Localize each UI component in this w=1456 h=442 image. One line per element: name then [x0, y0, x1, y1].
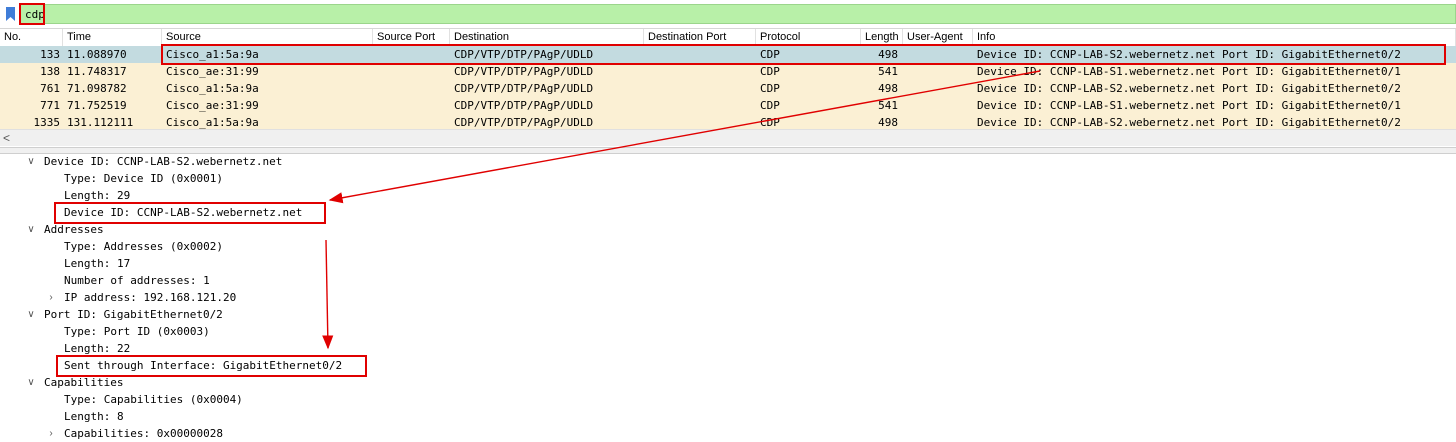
- horizontal-scrollbar[interactable]: <: [0, 129, 1456, 146]
- tree-field[interactable]: Device ID: CCNP-LAB-S2.webernetz.net: [64, 204, 302, 221]
- col-user-agent-cell: [903, 63, 973, 80]
- col-info-cell: Device ID: CCNP-LAB-S2.webernetz.net Por…: [977, 48, 1401, 61]
- col-no-cell: 761: [40, 82, 60, 95]
- col-destination-header[interactable]: Destination: [450, 29, 644, 46]
- col-source-cell: Cisco_ae:31:99: [166, 99, 259, 112]
- col-time-cell: 11.088970: [67, 48, 127, 61]
- col-source-port-header[interactable]: Source Port: [373, 29, 450, 46]
- display-filter-toolbar: cdp: [0, 3, 1456, 25]
- chevron-down-icon[interactable]: ∨: [26, 374, 36, 391]
- col-protocol-cell: CDP: [760, 82, 780, 95]
- col-user-agent-cell: [903, 46, 973, 63]
- col-destination-port-cell: [644, 63, 756, 80]
- tree-field[interactable]: Length: 22: [64, 340, 130, 357]
- tree-section[interactable]: Capabilities: [44, 374, 123, 391]
- tree-field[interactable]: Type: Device ID (0x0001): [64, 170, 223, 187]
- col-source-cell: Cisco_a1:5a:9a: [166, 48, 259, 61]
- col-no-cell: 771: [40, 99, 60, 112]
- packet-row[interactable]: 771 71.752519 Cisco_ae:31:99 CDP/VTP/DTP/PA…: [0, 97, 1456, 114]
- tree-field[interactable]: Type: Port ID (0x0003): [64, 323, 210, 340]
- col-destination-cell: CDP/VTP/DTP/PAgP/UDLD: [454, 48, 594, 61]
- col-source-port-cell: [373, 63, 450, 80]
- col-protocol-cell: CDP: [760, 65, 780, 78]
- col-destination-cell: CDP/VTP/DTP/PAgP/UDLD: [454, 99, 594, 112]
- chevron-right-icon[interactable]: ›: [46, 425, 56, 442]
- scroll-left-icon[interactable]: <: [3, 130, 10, 146]
- col-destination-cell: CDP/VTP/DTP/PAgP/UDLD: [454, 82, 594, 95]
- col-source-header[interactable]: Source: [162, 29, 373, 46]
- col-user-agent-cell: [903, 97, 973, 114]
- chevron-down-icon[interactable]: ∨: [26, 221, 36, 238]
- chevron-down-icon[interactable]: ∨: [26, 153, 36, 170]
- tree-field[interactable]: Number of addresses: 1: [64, 272, 210, 289]
- tree-field[interactable]: Length: 29: [64, 187, 130, 204]
- col-time-header[interactable]: Time: [63, 29, 162, 46]
- tree-section[interactable]: Addresses: [44, 221, 104, 238]
- packet-row[interactable]: 138 11.748317 Cisco_ae:31:99 CDP/VTP/DTP/PA…: [0, 63, 1456, 80]
- chevron-right-icon[interactable]: ›: [46, 289, 56, 306]
- tree-field[interactable]: Type: Addresses (0x0002): [64, 238, 223, 255]
- col-length-cell: 541: [878, 65, 898, 78]
- col-info-header[interactable]: Info: [973, 29, 1456, 46]
- col-destination-cell: CDP/VTP/DTP/PAgP/UDLD: [454, 65, 594, 78]
- tree-field[interactable]: Capabilities: 0x00000028: [64, 425, 223, 442]
- col-no-cell: 138: [40, 65, 60, 78]
- col-source-cell: Cisco_ae:31:99: [166, 65, 259, 78]
- col-destination-port-cell: [644, 97, 756, 114]
- col-no-header[interactable]: No.: [0, 29, 63, 46]
- col-source-port-cell: [373, 46, 450, 63]
- col-user-agent-cell: [903, 80, 973, 97]
- col-protocol-header[interactable]: Protocol: [756, 29, 861, 46]
- bookmark-icon[interactable]: [5, 7, 16, 21]
- col-length-cell: 498: [878, 48, 898, 61]
- tree-field[interactable]: IP address: 192.168.121.20: [64, 289, 236, 306]
- col-info-cell: Device ID: CCNP-LAB-S1.webernetz.net Por…: [977, 65, 1401, 78]
- packet-list-header: No. Time Source Source Port Destination Desti…: [0, 29, 1456, 47]
- col-length-header[interactable]: Length: [861, 29, 903, 46]
- packet-list: No. Time Source Source Port Destination Desti…: [0, 28, 1456, 147]
- col-user-agent-header[interactable]: User-Agent: [903, 29, 973, 46]
- col-no-cell: 133: [40, 48, 60, 61]
- packet-row[interactable]: 761 71.098782 Cisco_a1:5a:9a CDP/VTP/DTP/PA…: [0, 80, 1456, 97]
- col-destination-port-cell: [644, 80, 756, 97]
- col-destination-port-cell: [644, 46, 756, 63]
- packet-row[interactable]: 133 11.088970 Cisco_a1:5a:9a CDP/VTP/DTP/PA…: [0, 46, 1456, 63]
- col-time-cell: 71.752519: [67, 99, 127, 112]
- col-source-port-cell: [373, 97, 450, 114]
- col-info-cell: Device ID: CCNP-LAB-S1.webernetz.net Por…: [977, 99, 1401, 112]
- tree-section[interactable]: Port ID: GigabitEthernet0/2: [44, 306, 223, 323]
- tree-section[interactable]: Device ID: CCNP-LAB-S2.webernetz.net: [44, 153, 282, 170]
- col-source-cell: Cisco_a1:5a:9a: [166, 82, 259, 95]
- col-info-cell: Device ID: CCNP-LAB-S2.webernetz.net Por…: [977, 82, 1401, 95]
- packet-details-tree: ∨ Device ID: CCNP-LAB-S2.webernetz.net Typ…: [0, 153, 1456, 442]
- tree-field[interactable]: Length: 17: [64, 255, 130, 272]
- col-time-cell: 71.098782: [67, 82, 127, 95]
- col-destination-port-header[interactable]: Destination Port: [644, 29, 756, 46]
- col-protocol-cell: CDP: [760, 99, 780, 112]
- display-filter-input[interactable]: cdp: [20, 4, 1456, 24]
- col-length-cell: 541: [878, 99, 898, 112]
- col-source-port-cell: [373, 80, 450, 97]
- tree-field[interactable]: Type: Capabilities (0x0004): [64, 391, 243, 408]
- col-protocol-cell: CDP: [760, 48, 780, 61]
- col-time-cell: 11.748317: [67, 65, 127, 78]
- tree-field[interactable]: Length: 8: [64, 408, 124, 425]
- chevron-down-icon[interactable]: ∨: [26, 306, 36, 323]
- tree-field[interactable]: Sent through Interface: GigabitEthernet0…: [64, 357, 342, 374]
- col-length-cell: 498: [878, 82, 898, 95]
